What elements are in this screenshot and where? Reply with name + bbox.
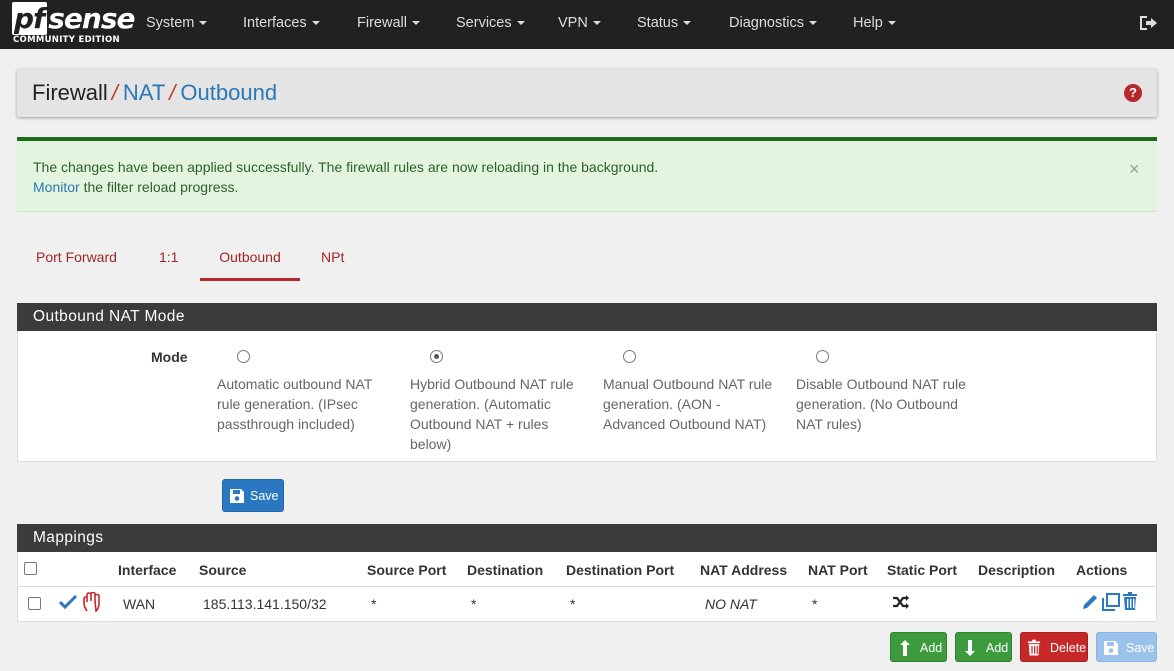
floppy-disk-icon <box>1104 641 1118 655</box>
col-destination-port: Destination Port <box>566 562 675 578</box>
radio-hybrid-label: Hybrid Outbound NAT rule generation. (Au… <box>410 376 574 452</box>
add-bottom-button[interactable]: Add <box>955 632 1012 662</box>
radio-disable[interactable] <box>816 350 829 363</box>
top-navbar: pf sense COMMUNITY EDITION System Interfa… <box>0 0 1174 49</box>
question-circle-icon[interactable]: ? <box>1124 84 1142 102</box>
logo-sense: sense <box>48 2 135 35</box>
caret-down-icon <box>592 21 601 26</box>
alert-message: The changes have been applied successful… <box>33 159 659 175</box>
cell-destination: * <box>471 596 477 612</box>
radio-hybrid[interactable] <box>430 350 443 363</box>
nav-status[interactable]: Status <box>637 0 692 49</box>
trash-icon[interactable] <box>1122 592 1138 611</box>
caret-down-icon <box>683 21 692 26</box>
breadcrumb-firewall: Firewall <box>32 80 108 105</box>
cell-source: 185.113.141.150/32 <box>203 596 327 612</box>
breadcrumb-outbound[interactable]: Outbound <box>180 80 277 105</box>
col-description: Description <box>978 562 1056 578</box>
caret-down-icon <box>411 21 420 26</box>
mode-panel-title: Outbound NAT Mode <box>17 303 1157 331</box>
tab-1-1[interactable]: 1:1 <box>157 233 180 281</box>
table-divider <box>18 586 1156 587</box>
mode-panel-body: Mode Automatic outbound NAT rule generat… <box>17 331 1157 462</box>
copy-icon[interactable] <box>1102 593 1120 611</box>
mode-label: Mode <box>151 349 188 365</box>
level-up-icon <box>900 640 910 656</box>
col-actions: Actions <box>1076 562 1128 578</box>
success-alert: The changes have been applied successful… <box>17 137 1157 212</box>
breadcrumb-separator: / <box>111 80 118 105</box>
nav-firewall[interactable]: Firewall <box>357 0 420 49</box>
radio-manual-label: Manual Outbound NAT rule generation. (AO… <box>603 376 773 432</box>
col-nat-port: NAT Port <box>808 562 868 578</box>
col-nat-address: NAT Address <box>700 562 788 578</box>
nav-diagnostics[interactable]: Diagnostics <box>729 0 817 49</box>
breadcrumb-nat[interactable]: NAT <box>123 80 165 105</box>
delete-button[interactable]: Delete <box>1020 632 1088 662</box>
mappings-table: Interface Source Source Port Destination… <box>17 552 1157 622</box>
pfsense-logo[interactable]: pf sense COMMUNITY EDITION <box>12 2 135 45</box>
nav-help[interactable]: Help <box>853 0 896 49</box>
logo-edition: COMMUNITY EDITION <box>13 35 120 45</box>
alert-message-rest: the filter reload progress. <box>79 179 239 195</box>
nav-services[interactable]: Services <box>456 0 525 49</box>
col-destination: Destination <box>467 562 544 578</box>
tab-npt[interactable]: NPt <box>319 233 346 281</box>
caret-down-icon <box>199 21 208 26</box>
cell-destination-port: * <box>570 596 576 612</box>
radio-manual[interactable] <box>623 350 636 363</box>
trash-icon <box>1027 639 1041 656</box>
cell-source-port: * <box>371 596 377 612</box>
col-source: Source <box>199 562 247 578</box>
add-top-button[interactable]: Add <box>890 632 947 662</box>
hand-stop-icon[interactable] <box>83 592 101 612</box>
cell-nat-port: * <box>812 596 818 612</box>
check-icon[interactable] <box>59 594 77 610</box>
save-mode-button[interactable]: Save <box>222 479 284 512</box>
logout-icon[interactable] <box>1138 14 1158 32</box>
edit-pencil-icon[interactable] <box>1081 593 1099 611</box>
col-static-port: Static Port <box>887 562 958 578</box>
row-checkbox[interactable] <box>28 597 41 610</box>
caret-down-icon <box>887 21 896 26</box>
nav-vpn[interactable]: VPN <box>558 0 601 49</box>
breadcrumb-panel: Firewall / NAT / Outbound ? <box>17 69 1157 117</box>
col-source-port: Source Port <box>367 562 447 578</box>
nav-interfaces[interactable]: Interfaces <box>243 0 320 49</box>
close-icon[interactable]: × <box>1129 160 1140 178</box>
logo-pf: pf <box>12 2 48 35</box>
tab-outbound[interactable]: Outbound <box>200 233 300 281</box>
breadcrumb: Firewall / NAT / Outbound <box>32 80 277 106</box>
floppy-disk-icon <box>230 489 244 503</box>
caret-down-icon <box>516 21 525 26</box>
tab-port-forward[interactable]: Port Forward <box>34 233 119 281</box>
radio-automatic-label: Automatic outbound NAT rule generation. … <box>217 376 373 432</box>
level-down-icon <box>965 640 975 656</box>
caret-down-icon <box>808 21 817 26</box>
select-all-checkbox[interactable] <box>24 562 37 575</box>
nav-system[interactable]: System <box>146 0 208 49</box>
col-interface: Interface <box>118 562 177 578</box>
caret-down-icon <box>311 21 320 26</box>
radio-automatic[interactable] <box>237 350 250 363</box>
cell-nat-address: NO NAT <box>705 596 757 612</box>
monitor-link[interactable]: Monitor <box>33 179 80 195</box>
save-mappings-button[interactable]: Save <box>1096 632 1157 662</box>
cell-interface: WAN <box>123 596 156 612</box>
shuffle-icon <box>893 595 909 609</box>
radio-disable-label: Disable Outbound NAT rule generation. (N… <box>796 376 966 432</box>
mappings-panel-title: Mappings <box>17 524 1157 552</box>
breadcrumb-separator: / <box>169 80 176 105</box>
